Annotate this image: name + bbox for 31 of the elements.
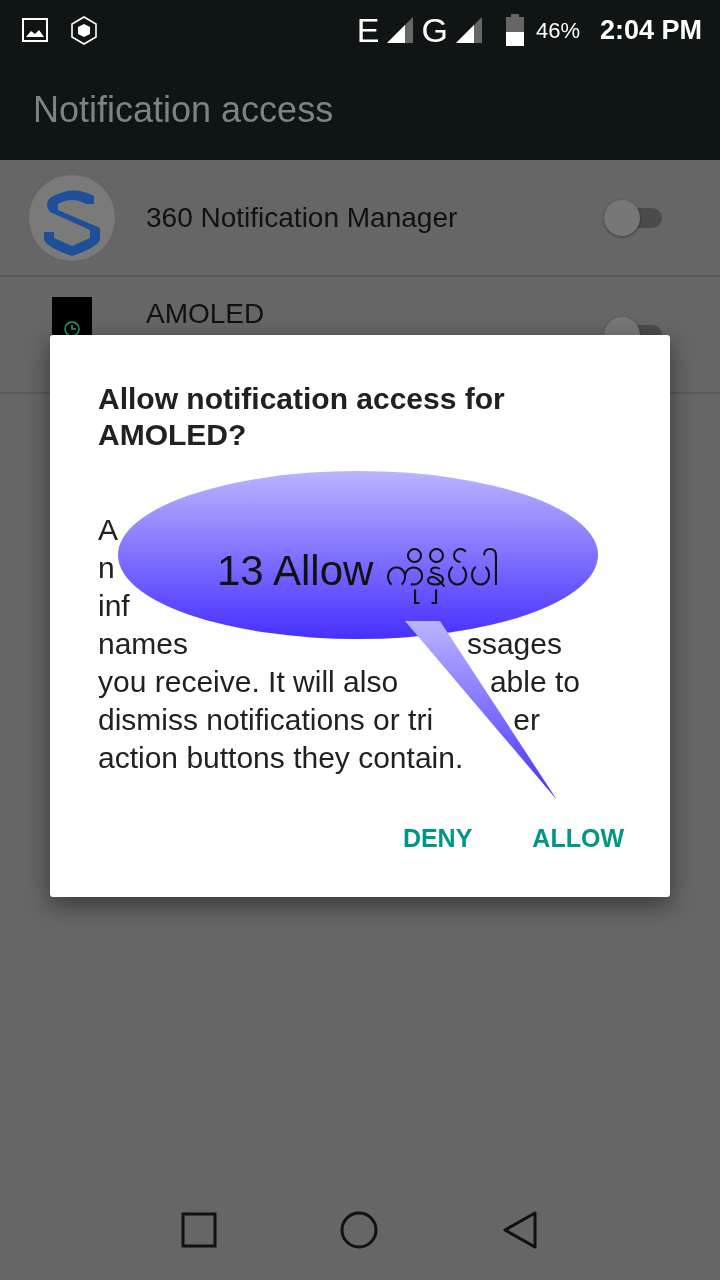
dialog-text: names bbox=[98, 626, 189, 662]
network-type-label: G bbox=[421, 13, 448, 47]
back-button[interactable] bbox=[501, 1210, 539, 1250]
dialog-text: A bbox=[98, 512, 118, 548]
dialog-text: able to bbox=[489, 664, 580, 700]
home-button[interactable] bbox=[339, 1210, 379, 1250]
dialog-text: dismiss notifications or tri bbox=[98, 702, 434, 738]
dialog-button[interactable]: ALLOW bbox=[514, 809, 642, 867]
screen-title: Notification access bbox=[33, 88, 334, 132]
network-type-label: E bbox=[356, 13, 380, 47]
clock-app-icon bbox=[52, 297, 92, 337]
battery-percentage: 46% bbox=[535, 16, 580, 45]
dialog-text: you receive. It will also bbox=[98, 664, 399, 700]
list-item[interactable]: 360 Notification Manager bbox=[0, 160, 720, 277]
shield-logo-icon bbox=[28, 173, 116, 262]
picture-icon bbox=[22, 18, 48, 42]
clock: 2:04 PM bbox=[599, 13, 702, 47]
dialog-text: er bbox=[513, 702, 540, 738]
app-name: 360 Notification Manager bbox=[146, 200, 459, 235]
dialog-title: Allow notification access for AMOLED? bbox=[98, 381, 506, 453]
dialog-text: action buttons they contain. bbox=[98, 740, 464, 776]
recent-apps-button[interactable] bbox=[181, 1212, 217, 1248]
dialog-text: inf bbox=[98, 588, 130, 624]
battery-icon bbox=[505, 14, 524, 46]
signal-icon bbox=[385, 15, 416, 45]
dialog-text: ssages bbox=[466, 626, 562, 662]
dialog-text: n bbox=[98, 550, 115, 586]
callout-text: 13 Allow ကိုနှိပ်ပါ bbox=[216, 531, 500, 611]
cube-icon bbox=[70, 15, 98, 45]
dialog-button[interactable]: DENY bbox=[384, 809, 491, 867]
app-name: AMOLED bbox=[146, 299, 266, 330]
